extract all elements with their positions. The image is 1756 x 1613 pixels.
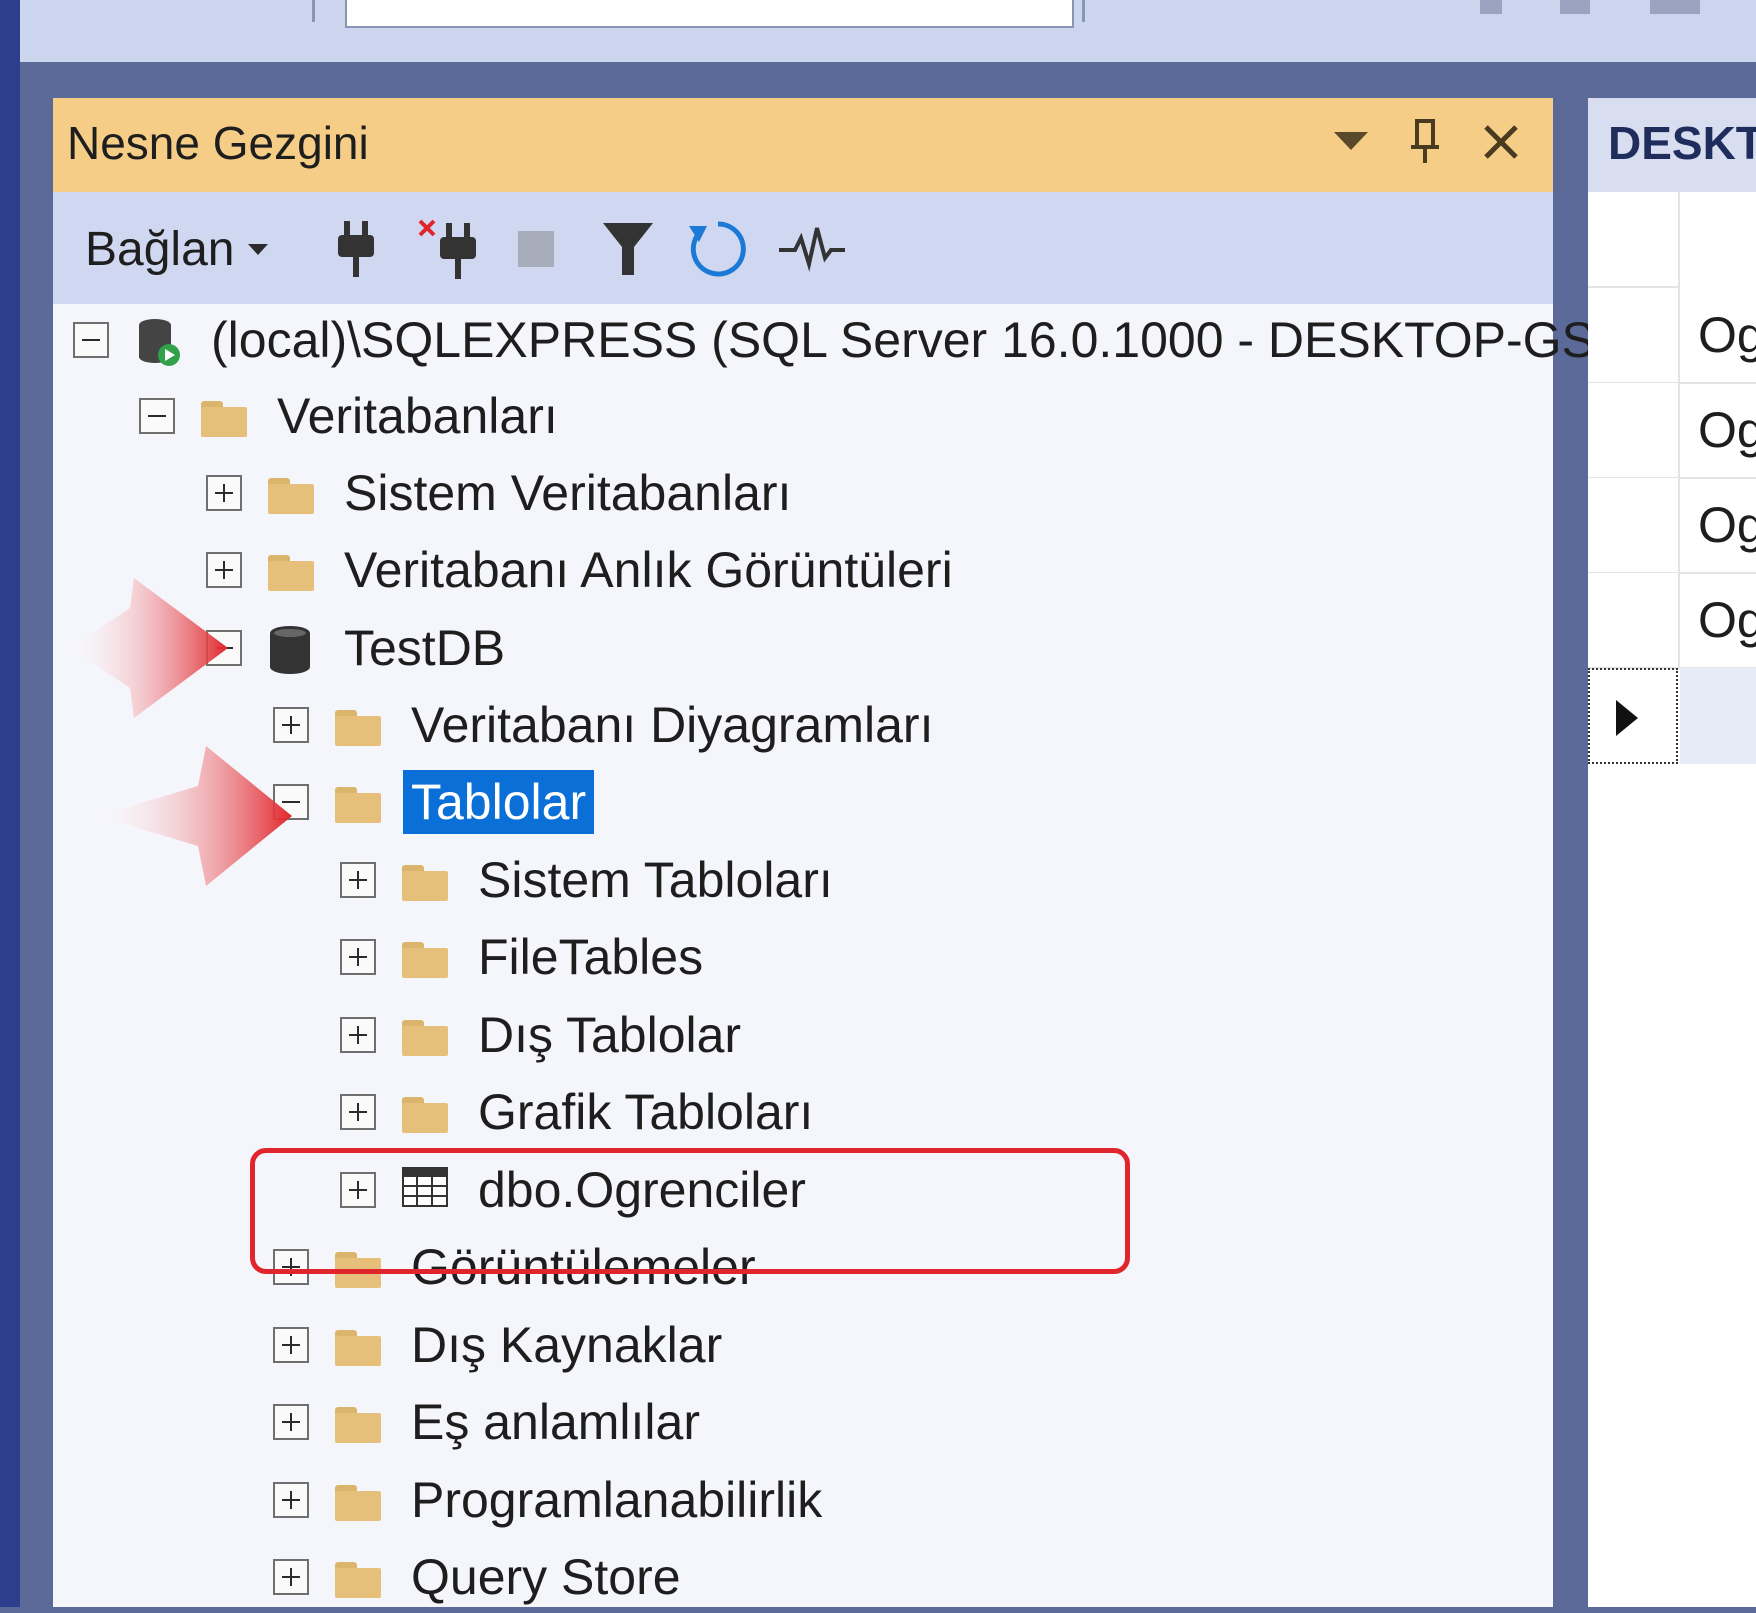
folder-icon: [335, 702, 381, 748]
new-row[interactable]: [1680, 668, 1756, 764]
panel-header: Nesne Gezgini: [53, 98, 1553, 192]
connect-icon[interactable]: [321, 214, 391, 284]
toolbar-button[interactable]: [1650, 0, 1700, 14]
collapse-icon[interactable]: [139, 398, 175, 434]
row-header[interactable]: [1588, 288, 1680, 384]
expand-icon[interactable]: [340, 1094, 376, 1130]
tree-node-filetables[interactable]: FileTables: [340, 921, 711, 993]
row-header[interactable]: [1588, 478, 1680, 574]
tree-node-es-anlamlilar[interactable]: Eş anlamlılar: [273, 1386, 708, 1458]
tree-node-label: TestDB: [344, 620, 506, 676]
disconnect-icon[interactable]: [413, 214, 483, 284]
grid-header-cell: [1588, 192, 1680, 288]
connect-button[interactable]: Bağlan: [85, 222, 269, 277]
panel-title: Nesne Gezgini: [67, 117, 369, 169]
filter-icon[interactable]: [593, 214, 663, 284]
close-icon[interactable]: [1473, 112, 1529, 172]
tree-node-label: Sistem Tabloları: [478, 852, 833, 908]
window-frame: [0, 0, 20, 1607]
toolbar-button[interactable]: [1560, 0, 1590, 14]
server-icon: [135, 317, 181, 366]
expand-icon[interactable]: [273, 1482, 309, 1518]
folder-icon: [402, 857, 448, 903]
grid-cell[interactable]: Og: [1680, 478, 1756, 574]
toolbar-separator: [1082, 0, 1085, 22]
tree-node-dis-kaynaklar[interactable]: Dış Kaynaklar: [273, 1309, 730, 1381]
explorer-toolbar: Bağlan: [53, 192, 1553, 304]
tree-node-dis-tablolar[interactable]: Dış Tablolar: [340, 999, 749, 1071]
pin-icon[interactable]: [1397, 112, 1453, 172]
expand-icon[interactable]: [273, 707, 309, 743]
arrow-annotation-icon: [98, 746, 292, 886]
document-tab-title: DESKT: [1608, 117, 1756, 169]
expand-icon[interactable]: [340, 939, 376, 975]
tree-node-label: Veritabanı Diyagramları: [411, 697, 934, 753]
folder-icon: [335, 779, 381, 825]
toolbar-combobox[interactable]: [345, 0, 1074, 28]
refresh-icon[interactable]: [683, 214, 753, 284]
folder-icon: [335, 1322, 381, 1368]
tree-node-label: Sistem Veritabanları: [344, 465, 792, 521]
row-header[interactable]: [1588, 383, 1680, 479]
row-header[interactable]: [1588, 573, 1680, 669]
dropdown-icon[interactable]: [1323, 112, 1379, 172]
toolbar-separator: [312, 0, 315, 22]
arrow-annotation-icon: [70, 578, 228, 718]
expand-icon[interactable]: [340, 862, 376, 898]
grid-cell[interactable]: Og: [1680, 383, 1756, 479]
expand-icon[interactable]: [206, 475, 242, 511]
row-pointer-icon: [1616, 700, 1638, 736]
expand-icon[interactable]: [273, 1327, 309, 1363]
tree-node-label: Query Store: [411, 1549, 681, 1605]
tree-node-label: Eş anlamlılar: [411, 1394, 700, 1450]
tree-node-label-selected: Tablolar: [403, 770, 595, 834]
highlight-box: [250, 1148, 1130, 1274]
main-toolbar: [20, 0, 1756, 62]
tree-node-label: Veritabanları: [277, 388, 558, 444]
tree-node-label: Veritabanı Anlık Görüntüleri: [344, 542, 953, 598]
database-icon: [268, 625, 314, 674]
tree-node-sistem-tablolari[interactable]: Sistem Tabloları: [340, 844, 841, 916]
connect-label: Bağlan: [85, 223, 235, 276]
toolbar-button[interactable]: [1480, 0, 1502, 14]
expand-icon[interactable]: [273, 1559, 309, 1595]
activity-monitor-icon[interactable]: [777, 214, 847, 284]
tree-node-label: FileTables: [478, 929, 704, 985]
folder-icon: [335, 1399, 381, 1445]
tree-node-label: (local)\SQLEXPRESS (SQL Server 16.0.1000…: [211, 312, 1623, 368]
expand-icon[interactable]: [273, 1404, 309, 1440]
tree-node-grafik-tablolari[interactable]: Grafik Tabloları: [340, 1076, 821, 1148]
tree-node-server[interactable]: (local)\SQLEXPRESS (SQL Server 16.0.1000…: [73, 304, 1631, 376]
chevron-down-icon: [248, 243, 269, 255]
expand-icon[interactable]: [340, 1017, 376, 1053]
stop-icon[interactable]: [501, 214, 571, 284]
collapse-icon[interactable]: [73, 322, 109, 358]
tree-node-sistem-veritabanlari[interactable]: Sistem Veritabanları: [206, 457, 799, 529]
folder-icon: [335, 1477, 381, 1523]
folder-icon: [268, 470, 314, 516]
tree-node-anlik-goruntuler[interactable]: Veritabanı Anlık Görüntüleri: [206, 534, 961, 606]
tree-node-tablolar[interactable]: Tablolar: [273, 766, 595, 838]
grid-cell[interactable]: Og: [1680, 288, 1756, 384]
folder-icon: [402, 1089, 448, 1135]
tree-node-veritabanlari[interactable]: Veritabanları: [139, 380, 566, 452]
tree-node-label: Programlanabilirlik: [411, 1472, 823, 1528]
object-explorer-tree: (local)\SQLEXPRESS (SQL Server 16.0.1000…: [53, 304, 1623, 1607]
tree-node-testdb[interactable]: TestDB: [206, 612, 513, 684]
folder-icon: [201, 393, 247, 439]
tree-node-label: Dış Kaynaklar: [411, 1317, 723, 1373]
folder-icon: [268, 547, 314, 593]
tree-node-diyagramlar[interactable]: Veritabanı Diyagramları: [273, 689, 941, 761]
tree-node-query-store[interactable]: Query Store: [273, 1541, 689, 1613]
document-tab[interactable]: DESKT: [1588, 98, 1756, 192]
tree-node-label: Grafik Tabloları: [478, 1084, 814, 1140]
folder-icon: [335, 1554, 381, 1600]
folder-icon: [402, 1012, 448, 1058]
table-editor-pane: DESKT Og Og Og Og: [1588, 98, 1756, 1607]
tree-node-programlanabilirlik[interactable]: Programlanabilirlik: [273, 1464, 830, 1536]
current-row-header[interactable]: [1588, 668, 1678, 764]
folder-icon: [402, 934, 448, 980]
grid-cell[interactable]: Og: [1680, 573, 1756, 669]
tree-node-label: Dış Tablolar: [478, 1007, 742, 1063]
